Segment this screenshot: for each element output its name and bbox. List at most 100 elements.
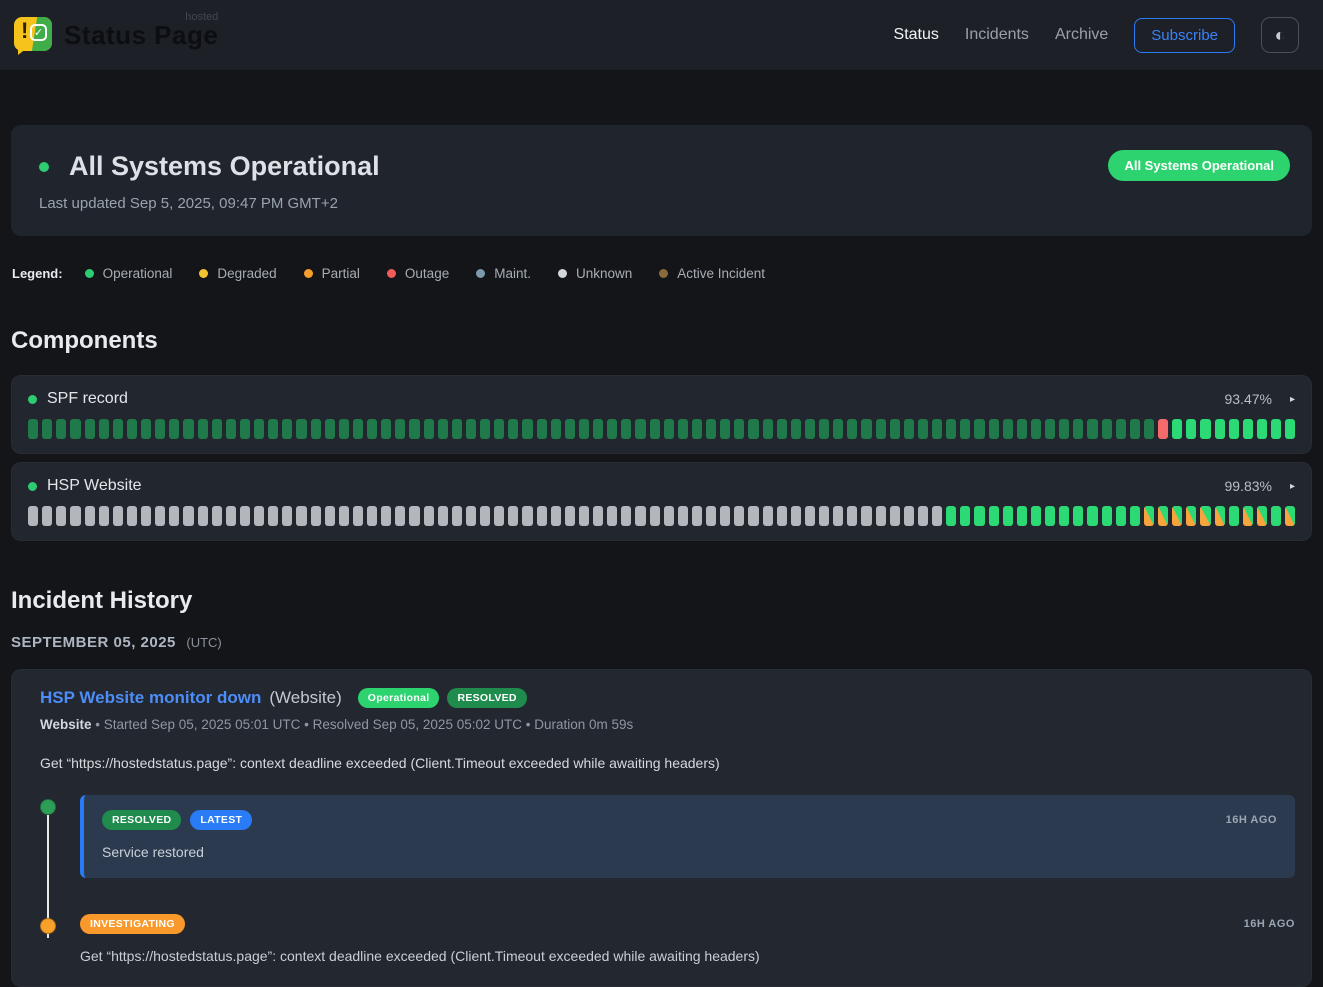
uptime-bar [339, 419, 349, 439]
uptime-bar [1045, 506, 1055, 526]
uptime-bar [805, 506, 815, 526]
theme-toggle-button[interactable]: ◐ [1261, 17, 1299, 53]
uptime-bar [85, 419, 95, 439]
legend-item: Operational [85, 266, 173, 281]
uptime-bar [226, 506, 236, 526]
uptime-bar [819, 506, 829, 526]
uptime-bar [974, 419, 984, 439]
uptime-bar [791, 419, 801, 439]
update-time-ago: 16H AGO [1244, 918, 1295, 930]
expand-arrow-icon[interactable]: ▸ [1290, 394, 1295, 405]
uptime-bar [367, 506, 377, 526]
timeline-dot-column [40, 795, 80, 815]
uptime-bar [56, 419, 66, 439]
uptime-bar [748, 506, 758, 526]
uptime-bar [1073, 506, 1083, 526]
timeline-status-dot [40, 918, 56, 934]
expand-arrow-icon[interactable]: ▸ [1290, 481, 1295, 492]
component-status-dot [28, 395, 37, 404]
uptime-bar [466, 419, 476, 439]
legend-status-dot [85, 269, 94, 278]
uptime-bar [833, 419, 843, 439]
uptime-bar [678, 419, 688, 439]
components-list: SPF record 93.47% ▸ HSP Website 99.83% ▸ [11, 375, 1312, 541]
legend-item-label: Unknown [576, 266, 632, 281]
uptime-bar [424, 506, 434, 526]
uptime-bar [1102, 506, 1112, 526]
latest-badge: LATEST [190, 810, 252, 830]
component-header[interactable]: HSP Website 99.83% ▸ [28, 477, 1295, 495]
status-pill: All Systems Operational [1108, 150, 1290, 181]
last-updated-text: Last updated Sep 5, 2025, 09:47 PM GMT+2 [39, 195, 1284, 212]
logo-title: Status Page [64, 20, 218, 50]
uptime-bar [282, 419, 292, 439]
uptime-bar [155, 419, 165, 439]
incident-meta: Website • Started Sep 05, 2025 05:01 UTC… [28, 717, 1295, 732]
uptime-bars [28, 419, 1295, 439]
uptime-bar [1229, 419, 1239, 439]
uptime-bar [424, 419, 434, 439]
uptime-bar [579, 419, 589, 439]
legend-label: Legend: [12, 266, 63, 281]
incident-description: Get “https://hostedstatus.page”: context… [28, 755, 1295, 771]
incident-badges: OperationalRESOLVED [358, 688, 527, 708]
app-logo[interactable]: ! ✓ hosted Status Page [12, 15, 218, 55]
incident-date: SEPTEMBER 05, 2025 [11, 634, 176, 651]
uptime-bar [833, 506, 843, 526]
uptime-bar [1045, 419, 1055, 439]
legend-item-label: Active Incident [677, 266, 765, 281]
uptime-bar [325, 419, 335, 439]
uptime-bar [452, 419, 462, 439]
update-body: INVESTIGATING 16H AGO Get “https://hoste… [80, 914, 1295, 964]
uptime-bar [1257, 419, 1267, 439]
uptime-bar [311, 506, 321, 526]
overall-status-title: All Systems Operational [69, 151, 380, 182]
uptime-bar [339, 506, 349, 526]
uptime-bar [960, 506, 970, 526]
uptime-bar [876, 419, 886, 439]
component-header[interactable]: SPF record 93.47% ▸ [28, 390, 1295, 408]
uptime-bar [480, 506, 490, 526]
uptime-bar [692, 419, 702, 439]
uptime-bar [508, 419, 518, 439]
legend-item: Degraded [199, 266, 276, 281]
nav-link-incidents[interactable]: Incidents [965, 26, 1029, 44]
component-status-dot [28, 482, 37, 491]
uptime-bar [1144, 506, 1154, 526]
component-card: SPF record 93.47% ▸ [11, 375, 1312, 454]
legend-items: Operational Degraded Partial Outage Main… [85, 266, 775, 281]
uptime-bar [621, 506, 631, 526]
legend-item: Partial [304, 266, 360, 281]
uptime-bar [508, 506, 518, 526]
uptime-bar [409, 506, 419, 526]
uptime-bar [311, 419, 321, 439]
incident-timeline: RESOLVED LATEST 16H AGO Service restored… [28, 795, 1295, 964]
uptime-bar [989, 506, 999, 526]
legend-status-dot [199, 269, 208, 278]
nav-link-archive[interactable]: Archive [1055, 26, 1108, 44]
legend-item-label: Outage [405, 266, 449, 281]
uptime-bar [522, 419, 532, 439]
uptime-bar [607, 419, 617, 439]
nav-link-status[interactable]: Status [894, 26, 939, 44]
uptime-bar [904, 419, 914, 439]
uptime-bar [763, 419, 773, 439]
incident-date-heading: SEPTEMBER 05, 2025 (UTC) [11, 634, 1312, 652]
uptime-bar [282, 506, 292, 526]
uptime-bar [466, 506, 476, 526]
uptime-bar [1186, 506, 1196, 526]
status-page-logo-icon: ! ✓ [12, 15, 54, 55]
incident-title-link[interactable]: HSP Website monitor down [40, 688, 261, 708]
uptime-bar [607, 506, 617, 526]
uptime-bar [42, 506, 52, 526]
uptime-bar [438, 419, 448, 439]
uptime-bar [296, 506, 306, 526]
uptime-bar [99, 419, 109, 439]
uptime-bar [1003, 506, 1013, 526]
uptime-bars [28, 506, 1295, 526]
overall-status-banner: All Systems Operational Last updated Sep… [11, 125, 1312, 236]
subscribe-button[interactable]: Subscribe [1134, 18, 1235, 53]
uptime-bar [890, 506, 900, 526]
uptime-bar [169, 419, 179, 439]
uptime-bar [1073, 419, 1083, 439]
